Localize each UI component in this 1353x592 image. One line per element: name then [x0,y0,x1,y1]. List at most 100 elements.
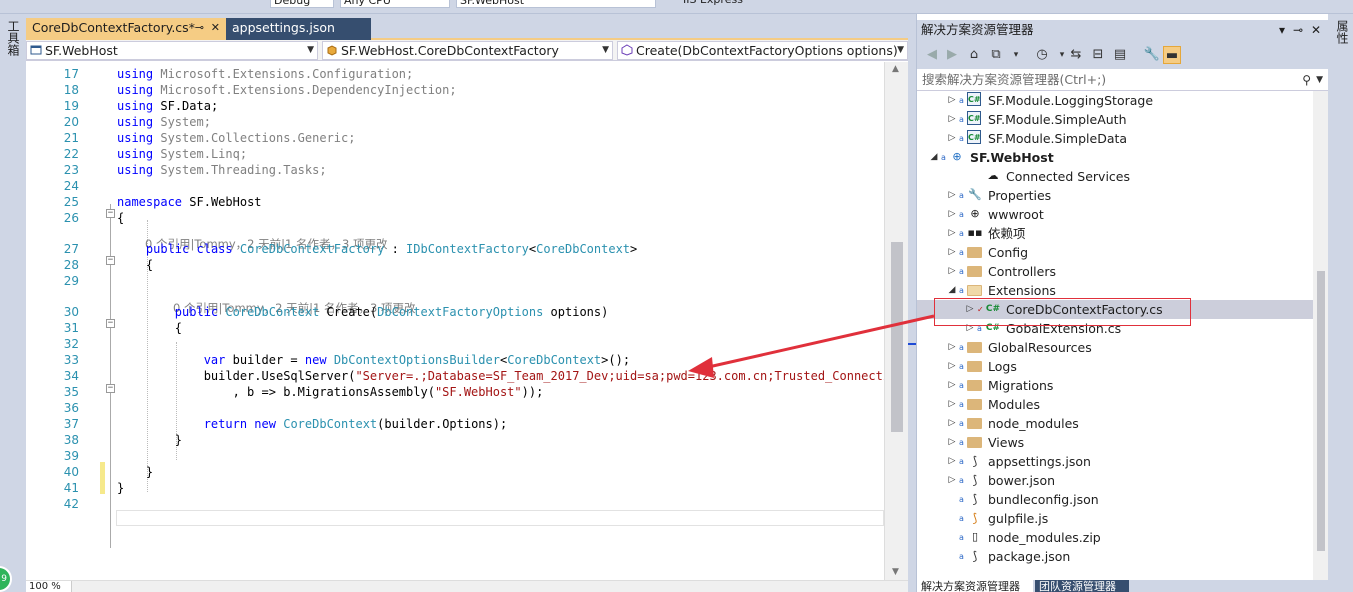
collapsed-icon[interactable]: ▷ [947,224,957,243]
csproj-icon: C# [967,130,981,144]
toolbox-tab[interactable]: 工具箱 [5,20,22,56]
code-line: 39 [26,448,884,464]
startup-project-dropdown[interactable]: SF.WebHost [456,0,656,8]
platform-dropdown[interactable]: Any CPU [340,0,450,8]
tab-appsettings[interactable]: appsettings.json [226,18,371,40]
home-icon[interactable]: ⌂ [965,46,983,64]
tree-item[interactable]: ◢ a ⊕ SF.WebHost [917,148,1313,167]
tree-item[interactable]: a ▯ node_modules.zip [917,528,1313,547]
expanded-icon[interactable]: ◢ [929,148,939,167]
lock-icon: a [959,248,964,257]
pending-changes-icon[interactable]: ◷ [1033,46,1051,64]
scroll-up-icon[interactable]: ▲ [892,64,899,74]
tree-item-label: SF.Module.SimpleAuth [988,112,1127,127]
solution-vertical-scrollbar[interactable] [1313,91,1329,581]
tree-item[interactable]: ▷ a node_modules [917,414,1313,433]
collapsed-icon[interactable]: ▷ [947,205,957,224]
show-all-files-icon[interactable]: ▤ [1111,46,1129,64]
collapsed-icon[interactable]: ▷ [947,471,957,490]
solution-search-input[interactable]: 搜索解决方案资源管理器(Ctrl+;) ⚲ ▼ [917,69,1329,91]
tab-coredbcontextfactory[interactable]: CoreDbContextFactory.cs* ⊸ ✕ [26,18,226,40]
sync-icon[interactable]: ⇆ [1067,46,1085,64]
collapsed-icon[interactable]: ▷ [947,243,957,262]
collapsed-icon[interactable]: ▷ [947,433,957,452]
collapsed-icon[interactable]: ▷ [947,357,957,376]
chevron-down-icon[interactable]: ▼ [1316,69,1323,91]
tree-item[interactable]: ☁ Connected Services [917,167,1313,186]
tree-item[interactable]: a ⟆ gulpfile.js [917,509,1313,528]
code-text: { [117,258,154,272]
tree-item[interactable]: ▷ a Controllers [917,262,1313,281]
collapsed-icon[interactable]: ▷ [947,338,957,357]
code-text: } [117,465,154,479]
tree-item[interactable]: ▷ a 🔧 Properties [917,186,1313,205]
properties-wrench-icon[interactable]: 🔧 [1143,46,1161,64]
preview-selected-icon[interactable]: ▬ [1163,46,1181,64]
zoom-level[interactable]: 100 % [26,581,72,592]
collapsed-icon[interactable]: ▷ [947,186,957,205]
line-number: 37 [63,417,79,431]
tree-item[interactable]: a ⟆ package.json [917,547,1313,566]
pin-icon[interactable]: ⊸ [1293,20,1303,40]
run-button[interactable]: IIS Express [680,0,760,8]
tab-team-explorer[interactable]: 团队资源管理器 [1035,580,1129,592]
lock-icon: a [959,381,964,390]
tree-item[interactable]: ▷ a Config [917,243,1313,262]
tree-item[interactable]: ▷ a ⟆ appsettings.json [917,452,1313,471]
collapsed-icon[interactable]: ▷ [947,110,957,129]
tree-item[interactable]: ▷ a ⊕ wwwroot [917,205,1313,224]
collapsed-icon[interactable]: ▷ [947,262,957,281]
lock-icon: a [959,533,964,542]
tab-label: CoreDbContextFactory.cs* [32,20,195,35]
tree-item[interactable]: ▷ a ⟆ bower.json [917,471,1313,490]
editor-horizontal-scrollbar[interactable]: 100 % [26,580,908,592]
pin-icon[interactable]: ⊸ [195,18,204,38]
editor-vertical-scrollbar[interactable]: ▲ ▼ [884,62,908,580]
collapsed-icon[interactable]: ▷ [947,414,957,433]
tree-item[interactable]: ▷ a C# SF.Module.SimpleData [917,129,1313,148]
class-dropdown[interactable]: SF.WebHost.CoreDbContextFactory ▼ [322,41,613,60]
close-icon[interactable]: ✕ [1311,20,1321,40]
scroll-down-icon[interactable]: ▼ [892,567,899,577]
close-icon[interactable]: ✕ [211,18,220,38]
tree-item[interactable]: ▷ a C# SF.Module.LoggingStorage [917,91,1313,110]
code-text: using Microsoft.Extensions.Configuration… [117,67,414,81]
collapsed-icon[interactable]: ▷ [947,91,957,110]
tree-item[interactable]: ▷ a Views [917,433,1313,452]
code-line: 41} [26,480,884,496]
search-icon[interactable]: ⚲ [1302,69,1311,91]
code-line: 32 [26,336,884,352]
code-line: 23 using System.Threading.Tasks; [26,162,884,178]
collapsed-icon[interactable]: ▷ [947,452,957,471]
config-dropdown[interactable]: Debug [270,0,334,8]
code-text-area[interactable]: 0 个引用|Tommy，2 天前|1 名作者，3 项更改 0 个引用|Tommy… [26,62,884,580]
properties-tab[interactable]: 属性 [1334,20,1351,44]
forward-icon[interactable]: ▶ [943,46,961,64]
tree-item[interactable]: ▷ a Migrations [917,376,1313,395]
switch-views-icon[interactable]: ⧉ [987,46,1005,64]
collapsed-icon[interactable]: ▷ [947,395,957,414]
dropdown-icon[interactable]: ▾ [1279,20,1285,40]
code-text: using System.Linq; [117,147,248,161]
code-line: 27 public class CoreDbContextFactory : I… [26,241,884,257]
tree-item-label: wwwroot [988,207,1044,222]
collapsed-icon[interactable]: ▷ [947,376,957,395]
collapsed-icon[interactable]: ▷ [947,129,957,148]
tree-item[interactable]: ▷ a C# SF.Module.SimpleAuth [917,110,1313,129]
tree-item[interactable]: ▷ a Logs [917,357,1313,376]
member-dropdown[interactable]: Create(DbContextFactoryOptions options) … [617,41,908,60]
scroll-thumb[interactable] [1317,271,1325,551]
tab-solution-explorer[interactable]: 解决方案资源管理器 [917,580,1033,592]
pane-splitter[interactable] [908,14,916,592]
collapse-all-icon[interactable]: ⊟ [1089,46,1107,64]
json-file-icon: ⟆ [972,549,978,563]
tree-item[interactable]: a ⟆ bundleconfig.json [917,490,1313,509]
chevron-down-icon[interactable]: ▾ [1007,46,1025,64]
tree-item[interactable]: ▷ a Modules [917,395,1313,414]
scroll-thumb[interactable] [891,242,903,432]
project-dropdown[interactable]: SF.WebHost ▼ [26,41,318,60]
back-icon[interactable]: ◀ [923,46,941,64]
code-text: { [117,321,183,335]
tree-item[interactable]: ▷ a GlobalResources [917,338,1313,357]
tree-item[interactable]: ▷ a ▪▪ 依赖项 [917,224,1313,243]
